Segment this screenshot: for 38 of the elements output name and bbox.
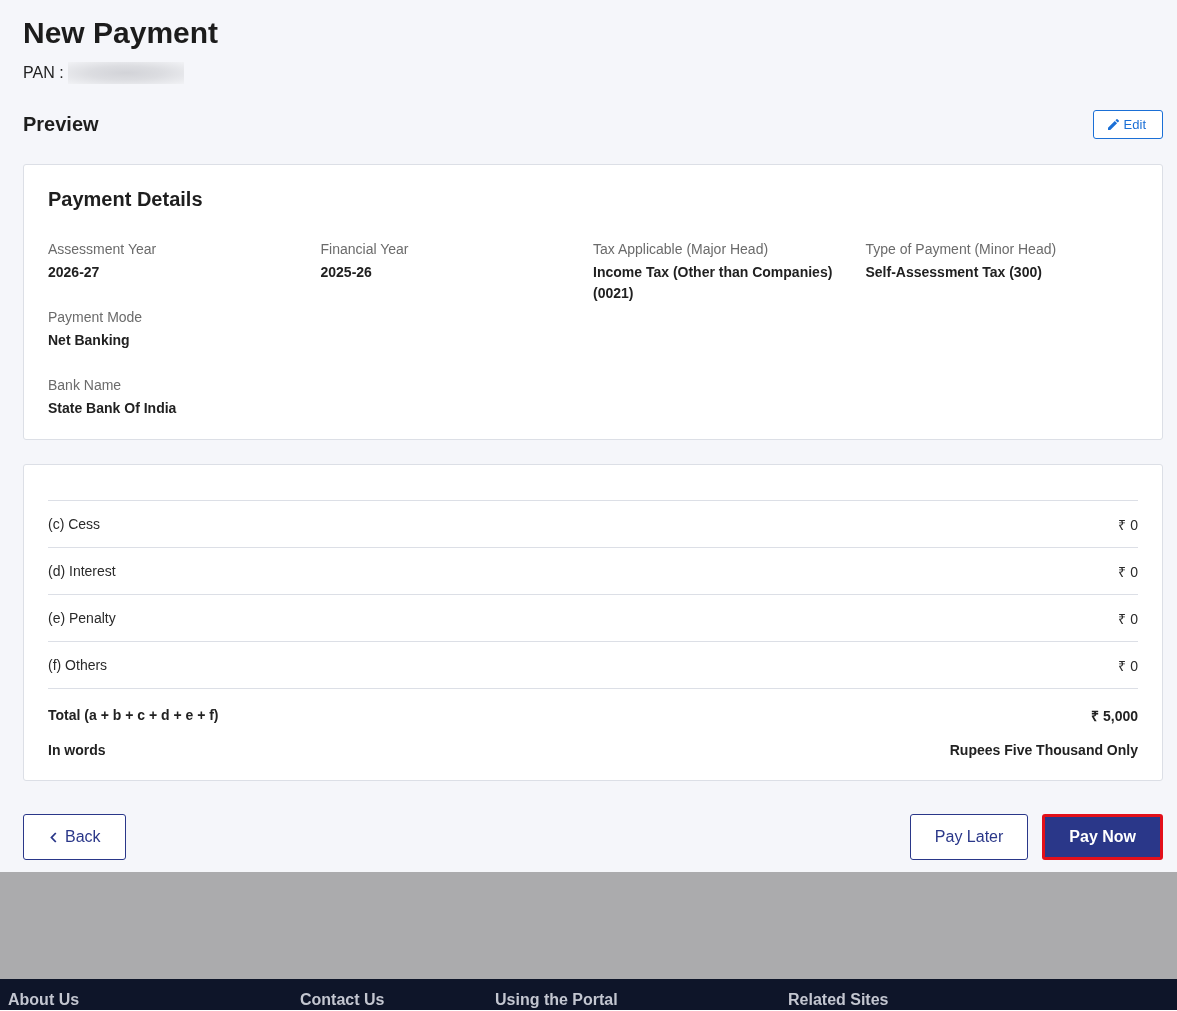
page-title: New Payment <box>23 15 220 51</box>
pay-now-button[interactable]: Pay Now <box>1042 814 1163 860</box>
footer-heading: Contact Us <box>300 991 386 1010</box>
field-value: 2025-26 <box>320 263 373 282</box>
field-value: Net Banking <box>48 331 131 350</box>
field-label: Payment Mode <box>48 308 144 327</box>
breakup-amount: ₹ 0 <box>1118 562 1138 581</box>
field-label: Type of Payment (Minor Head) <box>865 240 1058 259</box>
chevron-left-icon <box>50 831 57 843</box>
section-title: Preview <box>23 113 99 136</box>
breakup-amount: ₹ 0 <box>1118 609 1138 628</box>
field-value: Self-Assessment Tax (300) <box>865 263 1043 282</box>
field-value: 2026-27 <box>48 263 101 282</box>
pan-label: PAN : <box>23 63 64 83</box>
total-label: In words <box>48 742 106 758</box>
card-title: Payment Details <box>48 187 204 212</box>
breakup-amount: ₹ 0 <box>1118 656 1138 675</box>
field-label: Bank Name <box>48 376 123 395</box>
total-value: ₹ 5,000 <box>1091 706 1138 725</box>
breakup-label: (d) Interest <box>48 563 116 579</box>
footer-heading: Using the Portal <box>495 991 619 1010</box>
back-button[interactable]: Back <box>23 814 126 860</box>
field-value: State Bank Of India <box>48 399 178 418</box>
pencil-icon <box>1107 119 1119 130</box>
total-value: Rupees Five Thousand Only <box>949 742 1138 758</box>
field-label: Financial Year <box>320 240 410 259</box>
field-value: Income Tax (Other than Companies) (0021) <box>593 263 834 303</box>
breakup-label: (c) Cess <box>48 516 101 532</box>
footer-heading: Related Sites <box>788 991 890 1010</box>
footer-heading: About Us <box>8 991 81 1010</box>
field-label: Assessment Year <box>48 240 158 259</box>
breakup-label: (e) Penalty <box>48 610 116 626</box>
pay-later-button[interactable]: Pay Later <box>909 814 1029 860</box>
field-label: Tax Applicable (Major Head) <box>593 240 770 259</box>
edit-button[interactable]: Edit <box>1092 110 1163 139</box>
breakup-label: (f) Others <box>48 657 108 673</box>
total-label: Total (a + b + c + d + e + f) <box>48 707 219 723</box>
breakup-amount: ₹ 0 <box>1118 515 1138 534</box>
